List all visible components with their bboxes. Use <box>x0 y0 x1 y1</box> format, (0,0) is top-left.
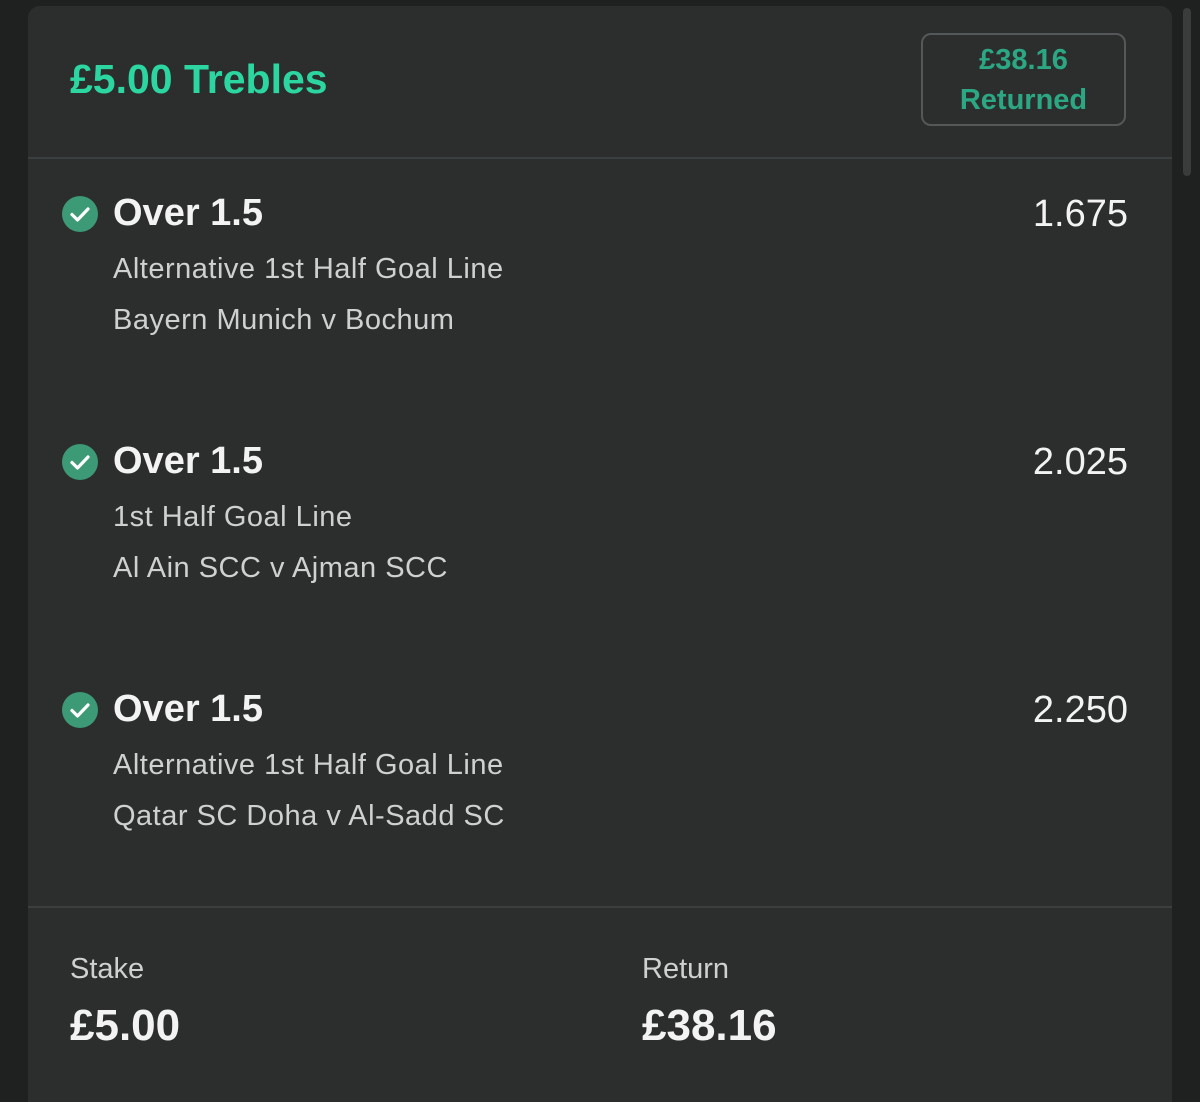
selection-item: Over 1.5 1st Half Goal Line Al Ain SCC v… <box>28 407 1172 607</box>
selection-odds: 1.675 <box>1032 193 1128 235</box>
selection-event: Al Ain SCC v Ajman SCC <box>113 552 448 584</box>
screen: £5.00 Trebles £38.16 Returned Over 1.5 A… <box>0 0 1200 1102</box>
selection-odds: 2.025 <box>1032 441 1128 483</box>
selection-item: Over 1.5 Alternative 1st Half Goal Line … <box>28 159 1172 359</box>
selection-name: Over 1.5 <box>113 688 263 730</box>
bet-card[interactable]: £5.00 Trebles £38.16 Returned Over 1.5 A… <box>28 6 1172 1102</box>
return-label: Return <box>642 953 730 985</box>
selection-name: Over 1.5 <box>113 192 263 234</box>
stake-value: £5.00 <box>70 1001 181 1050</box>
check-circle-icon <box>62 196 98 232</box>
check-circle-icon <box>62 692 98 728</box>
selections-list: Over 1.5 Alternative 1st Half Goal Line … <box>28 159 1172 908</box>
selection-market: Alternative 1st Half Goal Line <box>113 749 504 781</box>
check-circle-icon <box>62 444 98 480</box>
returned-amount: £38.16 <box>979 43 1068 76</box>
return-value: £38.16 <box>642 1001 777 1050</box>
returned-badge: £38.16 Returned <box>921 33 1126 126</box>
bet-summary: Stake £5.00 Return £38.16 <box>28 908 1172 1102</box>
selection-market: Alternative 1st Half Goal Line <box>113 253 504 285</box>
selection-event: Bayern Munich v Bochum <box>113 304 455 336</box>
selection-odds: 2.250 <box>1032 689 1128 731</box>
stake-label: Stake <box>70 953 145 985</box>
selection-item: Over 1.5 Alternative 1st Half Goal Line … <box>28 655 1172 855</box>
scrollbar[interactable] <box>1183 8 1191 176</box>
selection-market: 1st Half Goal Line <box>113 501 353 533</box>
selection-name: Over 1.5 <box>113 440 263 482</box>
bet-title: £5.00 Trebles <box>70 56 328 102</box>
bet-header: £5.00 Trebles £38.16 Returned <box>28 6 1172 159</box>
selection-event: Qatar SC Doha v Al-Sadd SC <box>113 800 505 832</box>
returned-label: Returned <box>959 83 1088 116</box>
